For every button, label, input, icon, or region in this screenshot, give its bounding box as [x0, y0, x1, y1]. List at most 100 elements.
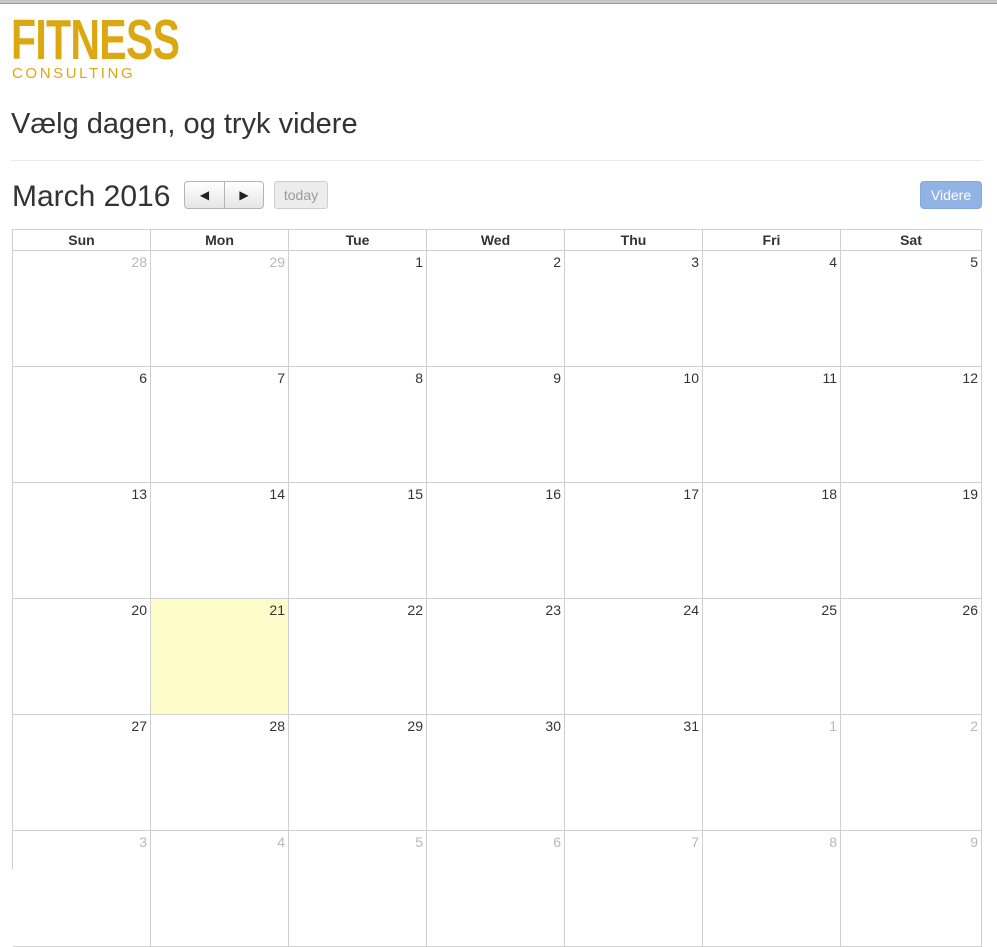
- calendar-day-cell[interactable]: 5: [841, 251, 982, 366]
- day-number: 6: [139, 370, 147, 386]
- day-number: 5: [970, 254, 978, 270]
- videre-button[interactable]: Videre: [920, 181, 982, 209]
- calendar-day-cell[interactable]: 12: [841, 367, 982, 482]
- calendar-day-cell[interactable]: 2: [427, 251, 565, 366]
- day-number: 8: [829, 834, 837, 850]
- calendar-day-cell[interactable]: 7: [151, 367, 289, 482]
- calendar-day-cell[interactable]: 1: [289, 251, 427, 366]
- calendar-day-cell[interactable]: 3: [13, 831, 151, 946]
- day-number: 1: [415, 254, 423, 270]
- calendar-day-cell[interactable]: 29: [289, 715, 427, 830]
- weekday-header-mon: Mon: [151, 230, 289, 250]
- day-number: 25: [821, 602, 837, 618]
- day-number: 21: [269, 602, 285, 618]
- day-number: 3: [691, 254, 699, 270]
- calendar-day-cell[interactable]: 27: [13, 715, 151, 830]
- day-number: 7: [691, 834, 699, 850]
- day-number: 2: [553, 254, 561, 270]
- day-number: 10: [683, 370, 699, 386]
- weekday-header-fri: Fri: [703, 230, 841, 250]
- day-number: 14: [269, 486, 285, 502]
- calendar-body: 28 29 1 2 3 4 5 6 7 8 9 10 11 12 13 14 15 16 17 18 19 20 21 22 2…: [13, 251, 982, 947]
- day-number: 12: [962, 370, 978, 386]
- day-number: 4: [829, 254, 837, 270]
- calendar-day-cell[interactable]: 8: [703, 831, 841, 946]
- calendar-day-cell-today[interactable]: 21: [151, 599, 289, 714]
- month-calendar-grid: Sun Mon Tue Wed Thu Fri Sat 28 29 1 2 3 4 5 6 7 8 9 10 11 1…: [12, 229, 982, 947]
- calendar-day-cell[interactable]: 13: [13, 483, 151, 598]
- calendar-day-cell[interactable]: 7: [565, 831, 703, 946]
- day-number: 2: [970, 718, 978, 734]
- day-number: 28: [131, 254, 147, 270]
- day-number: 3: [139, 834, 147, 850]
- calendar-day-cell[interactable]: 15: [289, 483, 427, 598]
- today-button[interactable]: today: [274, 181, 328, 209]
- calendar-day-cell[interactable]: 1: [703, 715, 841, 830]
- day-number: 29: [407, 718, 423, 734]
- calendar-day-cell[interactable]: 16: [427, 483, 565, 598]
- calendar-day-cell[interactable]: 25: [703, 599, 841, 714]
- page-title: Vælg dagen, og tryk videre: [11, 108, 358, 140]
- calendar-week-row: 28 29 1 2 3 4 5: [13, 251, 982, 367]
- day-number: 11: [822, 370, 837, 386]
- calendar-month-title: March 2016: [12, 180, 171, 213]
- calendar-day-cell[interactable]: 31: [565, 715, 703, 830]
- calendar-day-cell[interactable]: 9: [841, 831, 982, 946]
- arrow-left-icon: ◀: [199, 188, 210, 202]
- calendar-day-cell[interactable]: 4: [703, 251, 841, 366]
- day-number: 16: [545, 486, 561, 502]
- calendar-day-cell[interactable]: 2: [841, 715, 982, 830]
- fitness-consulting-logo: FITNESS CONSULTING: [11, 12, 195, 84]
- day-number: 9: [970, 834, 978, 850]
- calendar-day-cell[interactable]: 20: [13, 599, 151, 714]
- calendar-day-cell[interactable]: 9: [427, 367, 565, 482]
- day-number: 17: [683, 486, 699, 502]
- calendar-day-cell[interactable]: 30: [427, 715, 565, 830]
- calendar-day-cell[interactable]: 6: [427, 831, 565, 946]
- logo-main-text: FITNESS: [11, 8, 180, 72]
- day-number: 4: [277, 834, 285, 850]
- calendar-day-cell[interactable]: 17: [565, 483, 703, 598]
- day-number: 18: [821, 486, 837, 502]
- calendar-day-cell[interactable]: 3: [565, 251, 703, 366]
- calendar-day-cell[interactable]: 23: [427, 599, 565, 714]
- day-number: 5: [415, 834, 423, 850]
- weekday-header-thu: Thu: [565, 230, 703, 250]
- calendar-day-cell[interactable]: 8: [289, 367, 427, 482]
- calendar-day-cell[interactable]: 6: [13, 367, 151, 482]
- calendar-day-cell[interactable]: 11: [703, 367, 841, 482]
- logo-sub-text: CONSULTING: [12, 65, 136, 82]
- day-number: 24: [683, 602, 699, 618]
- day-number: 22: [407, 602, 423, 618]
- month-navigation: ◀ ▶: [184, 181, 264, 209]
- weekday-header-tue: Tue: [289, 230, 427, 250]
- day-number: 30: [545, 718, 561, 734]
- day-number: 27: [131, 718, 147, 734]
- calendar-day-cell[interactable]: 24: [565, 599, 703, 714]
- calendar-day-cell[interactable]: 28: [151, 715, 289, 830]
- prev-month-button[interactable]: ◀: [184, 181, 224, 209]
- calendar-day-cell[interactable]: 10: [565, 367, 703, 482]
- day-number: 31: [683, 718, 699, 734]
- calendar-day-cell[interactable]: 26: [841, 599, 982, 714]
- calendar-week-row: 13 14 15 16 17 18 19: [13, 483, 982, 599]
- day-number: 1: [829, 718, 837, 734]
- day-number: 19: [962, 486, 978, 502]
- calendar-day-cell[interactable]: 29: [151, 251, 289, 366]
- next-month-button[interactable]: ▶: [224, 181, 264, 209]
- calendar-day-cell[interactable]: 4: [151, 831, 289, 946]
- day-number: 28: [269, 718, 285, 734]
- day-number: 7: [277, 370, 285, 386]
- calendar-day-cell[interactable]: 18: [703, 483, 841, 598]
- calendar-week-row: 27 28 29 30 31 1 2: [13, 715, 982, 831]
- day-number: 9: [553, 370, 561, 386]
- weekday-header-sun: Sun: [13, 230, 151, 250]
- calendar-day-cell[interactable]: 22: [289, 599, 427, 714]
- calendar-day-cell[interactable]: 5: [289, 831, 427, 946]
- calendar-day-cell[interactable]: 28: [13, 251, 151, 366]
- day-number: 8: [415, 370, 423, 386]
- calendar-week-row: 20 21 22 23 24 25 26: [13, 599, 982, 715]
- day-number: 29: [269, 254, 285, 270]
- calendar-day-cell[interactable]: 19: [841, 483, 982, 598]
- calendar-day-cell[interactable]: 14: [151, 483, 289, 598]
